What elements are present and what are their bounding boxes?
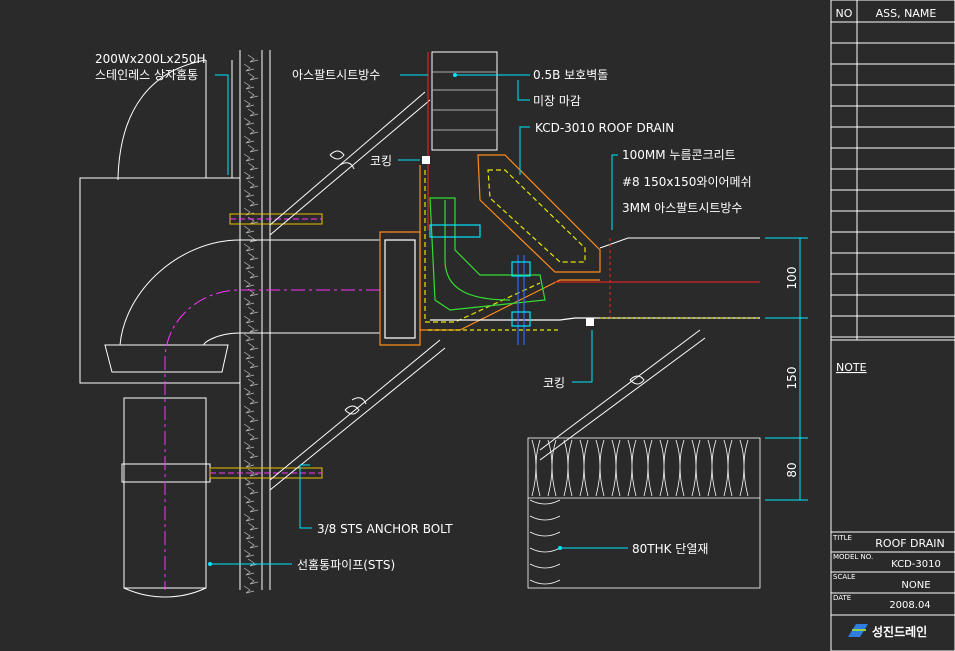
tb-scale-label: SCALE — [833, 573, 855, 581]
label-asphalt-3mm: 3MM 아스팔트시트방수 — [622, 201, 742, 215]
tb-model-value: KCD-3010 — [891, 559, 941, 570]
roof-slab — [555, 237, 760, 319]
pipe-centerline — [164, 289, 380, 590]
caulking-marker-bottom — [586, 318, 594, 326]
anchor-bolt-bottom — [209, 467, 323, 479]
dimension-100: 100 — [785, 267, 799, 290]
label-anchor-bolt: 3/8 STS ANCHOR BOLT — [317, 522, 453, 536]
dimension-150: 150 — [785, 367, 799, 390]
brick-protect-wall — [427, 51, 498, 230]
company-name: 성진드레인 — [872, 624, 927, 639]
tb-scale-value: NONE — [901, 580, 930, 591]
label-roof-drain: KCD-3010 ROOF DRAIN — [535, 121, 674, 135]
tb-note: NOTE — [836, 361, 867, 374]
label-wire-mesh: #8 150x150와이어메쉬 — [622, 175, 752, 189]
tb-col-name: ASS, NAME — [876, 7, 937, 20]
anchor-bolt-top — [229, 213, 323, 225]
downspout-box — [79, 59, 241, 384]
elbow-pipe — [104, 239, 380, 598]
label-downspout-box-2: 스테인레스 상자홈통 — [95, 68, 198, 82]
company-logo: 성진드레인 — [848, 624, 927, 639]
label-insulation: 80THK 단열재 — [632, 542, 708, 556]
tb-col-no: NO — [836, 7, 853, 20]
tb-date-label: DATE — [833, 594, 851, 602]
insulation — [527, 437, 761, 589]
label-drain-pipe: 선홈통파이프(STS) — [297, 558, 395, 572]
label-caulking-top: 코킹 — [370, 154, 392, 168]
caulking-marker-top — [422, 156, 430, 164]
cad-drawing: 100 150 80 200Wx200Lx250H 스테인레스 상자홈통 아스팔… — [79, 0, 955, 651]
dimension-80: 80 — [785, 462, 799, 477]
tb-date-value: 2008.04 — [889, 600, 930, 611]
label-asphalt-sheet-wall: 아스팔트시트방수 — [292, 68, 380, 82]
masonry-wall — [239, 50, 271, 594]
label-caulking-bottom: 코킹 — [543, 376, 565, 390]
label-brick-protect: 0.5B 보호벽돌 — [533, 68, 608, 82]
label-plaster-finish: 미장 마감 — [533, 94, 581, 108]
label-concrete-100: 100MM 누름콘크리트 — [622, 148, 736, 162]
label-downspout-box-1: 200Wx200Lx250H — [95, 52, 206, 66]
tb-title-label: TITLE — [832, 534, 852, 542]
tb-title-value: ROOF DRAIN — [875, 537, 944, 550]
tb-model-label: MODEL NO. — [833, 553, 873, 561]
